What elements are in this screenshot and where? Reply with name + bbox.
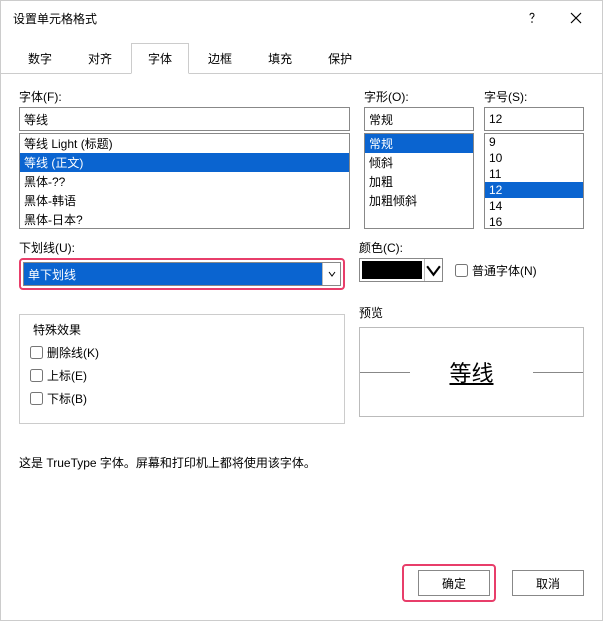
list-item[interactable]: 黑体-?? — [20, 172, 349, 191]
preview-label: 预览 — [359, 304, 584, 321]
underline-combo[interactable]: 单下划线 — [23, 262, 341, 286]
tab-align[interactable]: 对齐 — [71, 43, 129, 73]
color-swatch — [362, 261, 422, 279]
font-label: 字体(F): — [19, 88, 350, 105]
dialog-title: 设置单元格格式 — [13, 10, 510, 27]
preview-text: 等线 — [449, 356, 493, 388]
tab-protect[interactable]: 保护 — [311, 43, 369, 73]
underline-dropdown-button[interactable] — [322, 263, 340, 285]
list-item[interactable]: 12 — [485, 182, 583, 198]
help-icon — [526, 12, 538, 24]
normal-font-checkbox[interactable]: 普通字体(N) — [455, 262, 537, 279]
tab-font[interactable]: 字体 — [131, 43, 189, 74]
list-item[interactable]: 常规 — [365, 134, 473, 153]
color-dropdown-button[interactable] — [424, 259, 442, 281]
effects-fieldset: 特殊效果 删除线(K) 上标(E) 下标(B) — [19, 314, 345, 424]
tab-fill[interactable]: 填充 — [251, 43, 309, 73]
ok-highlight: 确定 — [402, 564, 496, 602]
size-listbox[interactable]: 9 10 11 12 14 16 — [484, 133, 584, 229]
normal-font-label: 普通字体(N) — [472, 262, 537, 279]
content: 字体(F): 等线 Light (标题) 等线 (正文) 黑体-?? 黑体-韩语… — [1, 74, 602, 554]
style-listbox[interactable]: 常规 倾斜 加粗 加粗倾斜 — [364, 133, 474, 229]
list-item[interactable]: 16 — [485, 214, 583, 229]
list-item[interactable]: 10 — [485, 150, 583, 166]
footer: 确定 取消 — [1, 554, 602, 620]
format-cells-dialog: 设置单元格格式 数字 对齐 字体 边框 填充 保护 字体(F): 等线 Ligh… — [0, 0, 603, 621]
style-input[interactable] — [364, 107, 474, 131]
close-icon — [570, 12, 582, 24]
list-item[interactable]: 加粗 — [365, 172, 473, 191]
list-item[interactable]: 加粗倾斜 — [365, 191, 473, 210]
preview-area: 等线 — [359, 327, 584, 417]
list-item[interactable]: 黑体-日本? — [20, 210, 349, 229]
color-combo[interactable] — [359, 258, 443, 282]
list-item[interactable]: 9 — [485, 134, 583, 150]
subscript-checkbox[interactable]: 下标(B) — [30, 390, 334, 407]
titlebar: 设置单元格格式 — [1, 1, 602, 35]
subscript-label: 下标(B) — [47, 390, 87, 407]
close-button[interactable] — [554, 3, 598, 33]
tabbar: 数字 对齐 字体 边框 填充 保护 — [1, 35, 602, 74]
color-label: 颜色(C): — [359, 239, 584, 256]
ok-button[interactable]: 确定 — [418, 570, 490, 596]
tab-border[interactable]: 边框 — [191, 43, 249, 73]
strikethrough-label: 删除线(K) — [47, 344, 99, 361]
tab-number[interactable]: 数字 — [11, 43, 69, 73]
subscript-input[interactable] — [30, 392, 43, 405]
superscript-checkbox[interactable]: 上标(E) — [30, 367, 334, 384]
list-item[interactable]: 11 — [485, 166, 583, 182]
info-text: 这是 TrueType 字体。屏幕和打印机上都将使用该字体。 — [19, 454, 584, 471]
strikethrough-input[interactable] — [30, 346, 43, 359]
chevron-down-icon — [425, 262, 442, 279]
superscript-input[interactable] — [30, 369, 43, 382]
cancel-button[interactable]: 取消 — [512, 570, 584, 596]
style-label: 字形(O): — [364, 88, 474, 105]
list-item[interactable]: 14 — [485, 198, 583, 214]
font-input[interactable] — [19, 107, 350, 131]
size-input[interactable] — [484, 107, 584, 131]
underline-highlight: 单下划线 — [19, 258, 345, 290]
strikethrough-checkbox[interactable]: 删除线(K) — [30, 344, 334, 361]
underline-label: 下划线(U): — [19, 239, 345, 256]
normal-font-input[interactable] — [455, 264, 468, 277]
superscript-label: 上标(E) — [47, 367, 87, 384]
chevron-down-icon — [328, 270, 336, 278]
list-item[interactable]: 倾斜 — [365, 153, 473, 172]
help-button[interactable] — [510, 3, 554, 33]
effects-legend: 特殊效果 — [30, 321, 84, 338]
list-item[interactable]: 等线 Light (标题) — [20, 134, 349, 153]
list-item[interactable]: 黑体-韩语 — [20, 191, 349, 210]
font-listbox[interactable]: 等线 Light (标题) 等线 (正文) 黑体-?? 黑体-韩语 黑体-日本?… — [19, 133, 350, 229]
size-label: 字号(S): — [484, 88, 584, 105]
underline-value: 单下划线 — [24, 263, 322, 285]
list-item[interactable]: 等线 (正文) — [20, 153, 349, 172]
